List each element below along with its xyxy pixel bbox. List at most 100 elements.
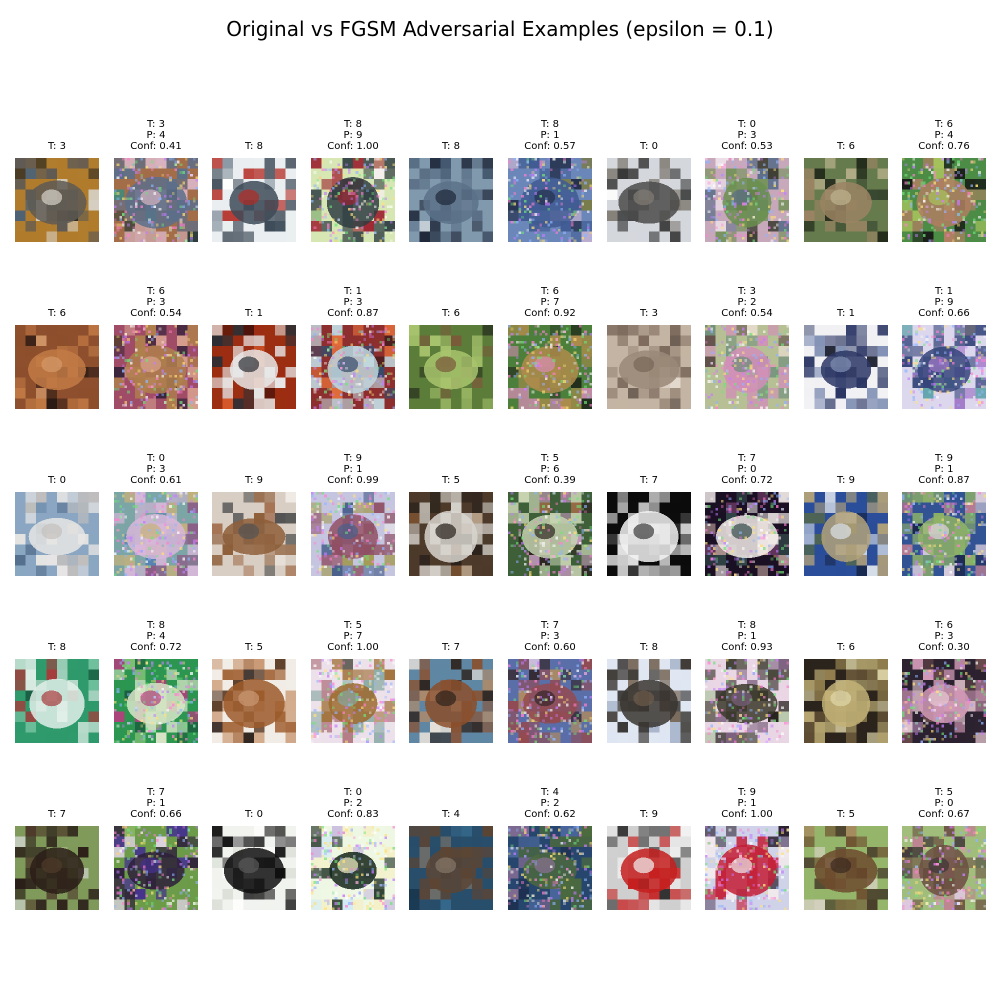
adversarial-noise-pixel [326, 335, 330, 339]
adversarial-noise-pixel [946, 367, 950, 370]
adversarial-noise-pixel [770, 215, 774, 219]
adversarial-noise-pixel [710, 330, 713, 333]
image-pixel-block [835, 158, 846, 169]
adversarial-noise-pixel [710, 327, 713, 331]
adversarial-noise-pixel [720, 361, 724, 365]
adversarial-noise-pixel [710, 171, 713, 174]
image-pixel-block [46, 398, 57, 409]
image-pixel-block [680, 492, 691, 503]
adversarial-noise-pixel [786, 364, 789, 367]
adversarial-noise-pixel [137, 562, 141, 566]
adversarial-noise-pixel [521, 406, 524, 409]
adversarial-noise-pixel [190, 401, 193, 404]
adversarial-noise-pixel [174, 163, 177, 166]
adversarial-noise-pixel [712, 194, 716, 198]
adversarial-noise-pixel [781, 372, 784, 375]
image-pixel-block [607, 200, 618, 211]
adversarial-noise-pixel [153, 361, 156, 365]
true-label: T: 5 [541, 453, 559, 464]
predicted-label: P: 3 [146, 297, 166, 308]
image-pixel-block [482, 565, 493, 576]
adversarial-noise-pixel [127, 158, 130, 161]
adversarial-noise-pixel [337, 181, 340, 185]
adversarial-noise-pixel [944, 539, 947, 542]
adversarial-noise-pixel [379, 494, 382, 498]
image-pixel-block [607, 356, 618, 367]
adversarial-noise-pixel [342, 202, 346, 206]
adversarial-noise-pixel [576, 552, 579, 555]
adversarial-noise-pixel [923, 570, 926, 574]
adversarial-noise-pixel [962, 380, 965, 383]
adversarial-noise-pixel [166, 234, 170, 237]
adversarial-noise-pixel [350, 385, 353, 388]
image-pixel-block [285, 335, 296, 346]
adversarial-noise-pixel [166, 173, 170, 177]
adversarial-noise-pixel [573, 361, 577, 365]
adversarial-noise-pixel [983, 234, 986, 237]
adversarial-noise-pixel [137, 197, 141, 200]
adversarial-noise-pixel [169, 200, 172, 203]
thumbnail-image [212, 492, 296, 576]
image-pixel-block [222, 325, 233, 336]
image-pixel-block [254, 325, 265, 336]
adversarial-noise-pixel [334, 555, 338, 558]
adversarial-noise-pixel [311, 194, 314, 198]
adversarial-noise-pixel [749, 234, 753, 237]
adversarial-noise-pixel [384, 158, 388, 161]
image-pixel-block [825, 168, 836, 179]
adversarial-noise-pixel [923, 361, 926, 365]
image-pixel-block [461, 398, 472, 409]
adversarial-noise-pixel [329, 557, 332, 561]
thumbnail-svg [804, 158, 888, 242]
adversarial-noise-pixel [127, 536, 130, 540]
adversarial-noise-pixel [148, 385, 151, 388]
adversarial-noise-pixel [946, 346, 950, 349]
adversarial-noise-pixel [978, 401, 981, 404]
adversarial-image-panel: T: 0 P: 3 Conf: 0.61 [114, 453, 198, 576]
image-pixel-block [867, 513, 878, 524]
image-pixel-block [451, 492, 462, 503]
adversarial-noise-pixel [121, 338, 125, 341]
adversarial-noise-pixel [360, 343, 364, 346]
adversarial-noise-pixel [127, 234, 130, 237]
predicted-label: P: 6 [540, 464, 560, 475]
image-pixel-block [867, 158, 878, 169]
adversarial-noise-pixel [552, 158, 556, 161]
image-pixel-block [617, 502, 628, 513]
adversarial-noise-pixel [773, 555, 776, 558]
adversarial-noise-pixel [124, 565, 128, 569]
image-pixel-block [243, 158, 254, 169]
predicted-label: P: 3 [343, 297, 363, 308]
adversarial-noise-pixel [586, 226, 590, 229]
image-pixel-block [680, 189, 691, 200]
adversarial-noise-pixel [581, 194, 585, 198]
adversarial-noise-pixel [980, 523, 984, 527]
image-pixel-block [430, 565, 441, 576]
adversarial-noise-pixel [347, 393, 351, 396]
adversarial-noise-pixel [334, 236, 338, 240]
adversarial-noise-pixel [148, 547, 151, 550]
adversarial-noise-pixel [783, 403, 787, 407]
adversarial-noise-pixel [731, 327, 734, 331]
adversarial-noise-pixel [332, 186, 335, 190]
adversarial-noise-pixel [353, 236, 356, 240]
adversarial-noise-pixel [179, 218, 183, 221]
adversarial-noise-pixel [161, 552, 164, 555]
image-pixel-block [419, 388, 430, 399]
adversarial-noise-pixel [116, 518, 120, 521]
adversarial-noise-pixel [169, 179, 172, 182]
adversarial-noise-pixel [324, 513, 327, 516]
adversarial-noise-pixel [342, 186, 346, 190]
adversarial-noise-pixel [513, 518, 516, 521]
adversarial-noise-pixel [156, 541, 159, 545]
adversarial-noise-pixel [174, 523, 177, 527]
thumbnail-svg [804, 492, 888, 576]
adversarial-noise-pixel [135, 171, 138, 174]
adversarial-noise-pixel [707, 160, 711, 164]
adversarial-noise-pixel [917, 364, 921, 367]
image-pixel-block [877, 523, 888, 534]
adversarial-noise-pixel [770, 557, 774, 561]
adversarial-noise-pixel [116, 335, 120, 339]
image-pixel-block [607, 555, 618, 566]
predicted-label: P: 9 [934, 297, 954, 308]
